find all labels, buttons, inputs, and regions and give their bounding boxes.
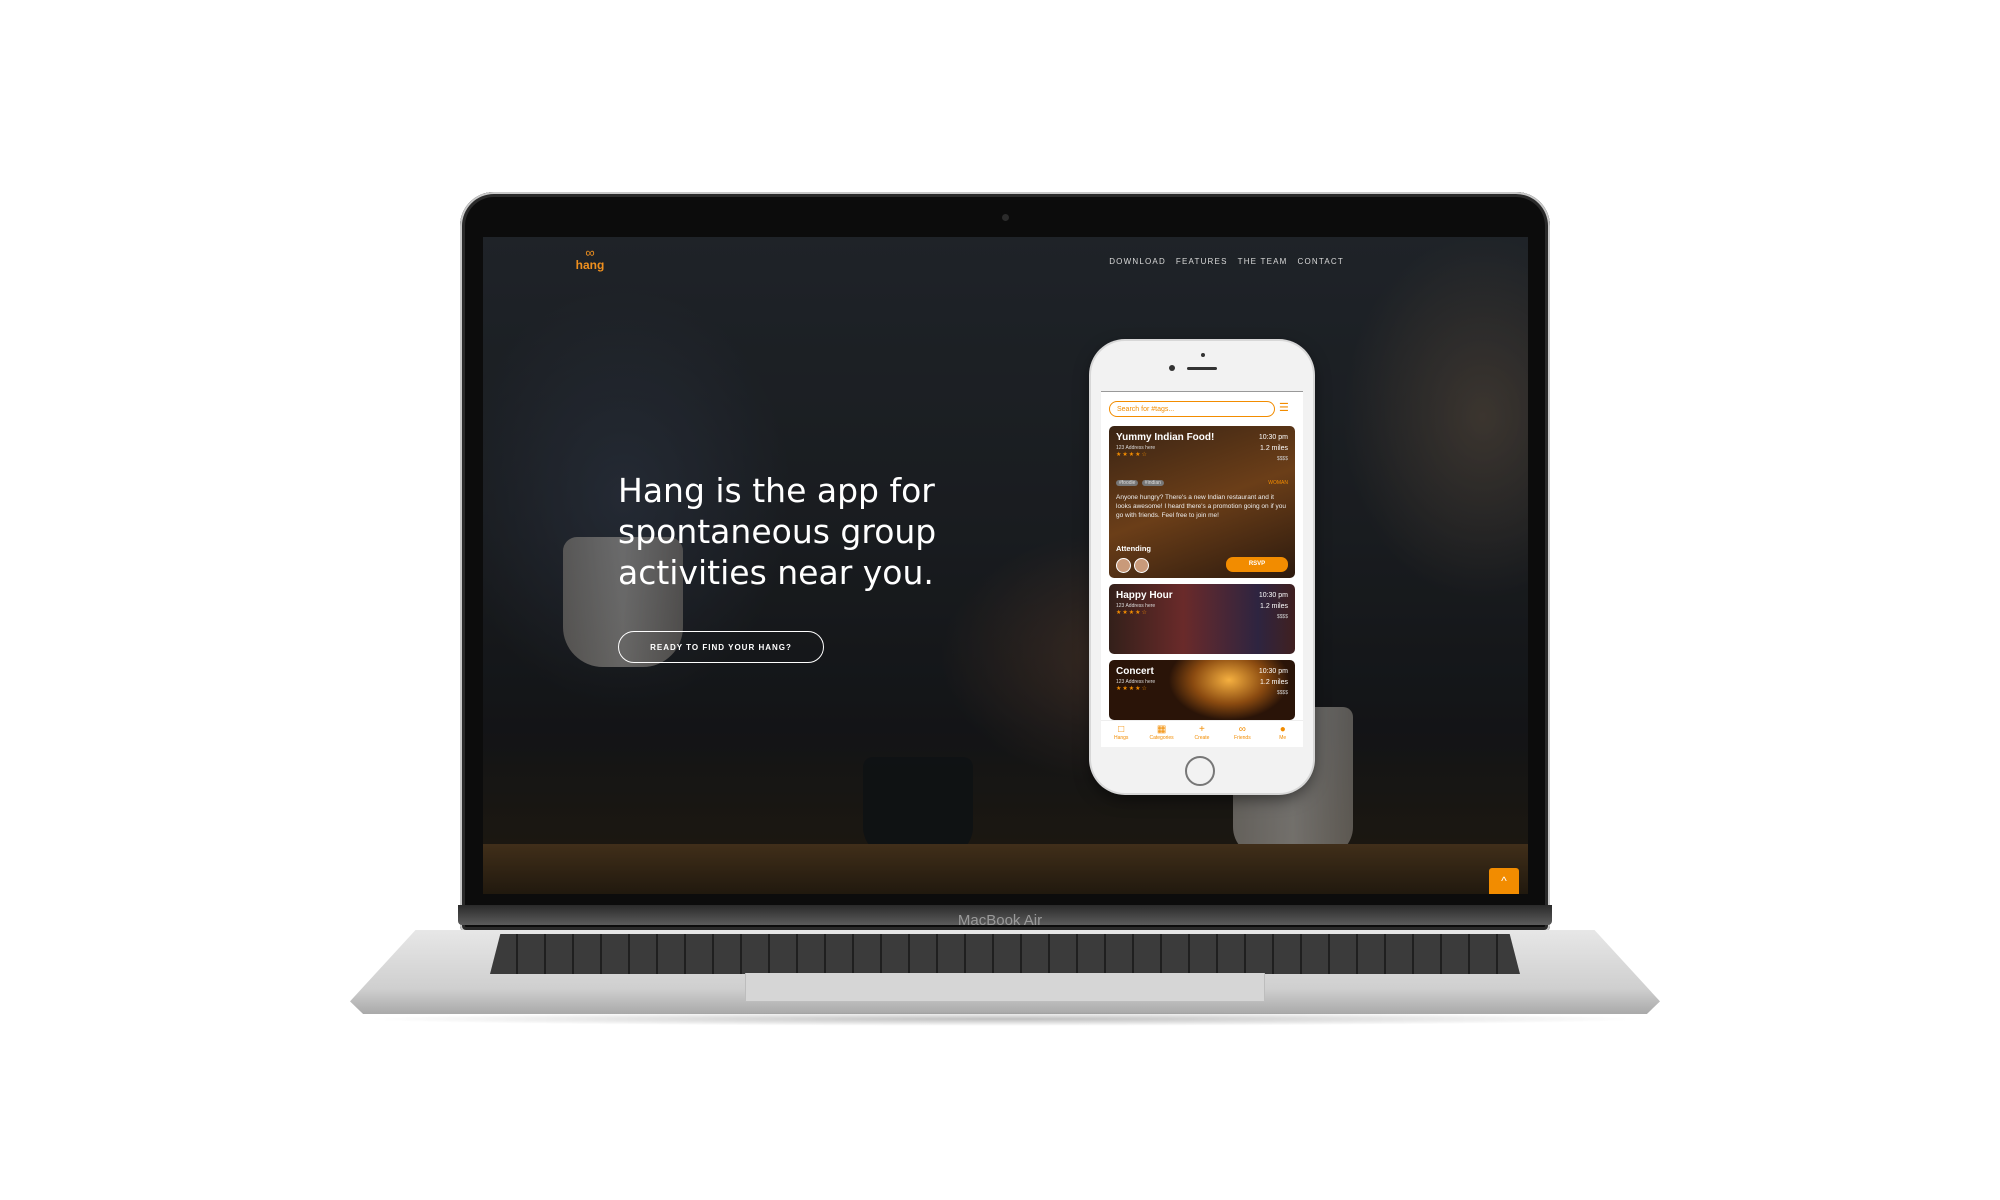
tab-label: Create (1194, 735, 1210, 741)
friends-icon: ∞ (1238, 724, 1246, 735)
event-distance: 1.2 miles (1259, 445, 1288, 452)
event-rating: ★★★★☆ (1116, 452, 1148, 458)
site-logo[interactable]: ∞ hang (575, 246, 605, 272)
event-price: $$$$ (1276, 690, 1288, 696)
search-input[interactable]: Search for #tags... (1109, 401, 1275, 417)
app-tab-bar: □ Hangs ▦ Categories + Create ∞ Friends ● Me (1101, 720, 1303, 747)
event-title: Concert (1116, 666, 1154, 677)
event-title: Happy Hour (1116, 590, 1173, 601)
filter-icon[interactable]: ☰ (1279, 402, 1295, 416)
tab-label: Friends (1234, 735, 1251, 741)
plus-icon: + (1199, 724, 1205, 735)
event-time: 10:30 pm (1258, 592, 1288, 599)
avatar[interactable] (1134, 558, 1149, 573)
event-price: $$$$ (1276, 614, 1288, 620)
laptop-keyboard (490, 934, 1520, 974)
tab-label: Categories (1149, 735, 1174, 741)
hero-title: Hang is the app for spontaneous group ac… (618, 471, 937, 592)
event-host: WOMAN (1268, 480, 1288, 486)
event-rating: ★★★★☆ (1116, 610, 1148, 616)
phone-camera (1169, 365, 1175, 371)
tab-label: Hangs (1113, 735, 1129, 741)
calendar-icon: □ (1118, 724, 1125, 735)
nav-the-team[interactable]: THE TEAM (1238, 257, 1288, 266)
event-meta: 10:30 pm 1.2 miles $$$$ (1259, 666, 1288, 699)
avatar[interactable] (1116, 558, 1131, 573)
phone-sensor (1201, 353, 1205, 357)
laptop-trackpad (745, 973, 1265, 1002)
phone-home-button (1185, 756, 1215, 786)
event-distance: 1.2 miles (1259, 679, 1288, 686)
nav-download[interactable]: DOWNLOAD (1109, 257, 1166, 266)
find-hang-button[interactable]: READY TO FIND YOUR HANG? (618, 631, 824, 663)
event-meta: 10:30 pm 1.2 miles $$$$ (1259, 590, 1288, 623)
phone-mockup: Search for #tags... ☰ Yummy Indian Food!… (1091, 341, 1313, 793)
event-card[interactable]: Concert 123 Address here ★★★★☆ 10:30 pm … (1109, 660, 1295, 720)
attendee-avatars (1116, 558, 1149, 573)
tab-me[interactable]: ● Me (1264, 721, 1302, 747)
phone-speaker (1187, 367, 1217, 370)
tag[interactable]: #indian (1141, 480, 1164, 486)
nav-contact[interactable]: CONTACT (1298, 257, 1344, 266)
event-rating: ★★★★☆ (1116, 686, 1148, 692)
main-nav: DOWNLOAD FEATURES THE TEAM CONTACT (1109, 257, 1344, 266)
laptop-screen: ∞ hang DOWNLOAD FEATURES THE TEAM CONTAC… (483, 237, 1528, 894)
webcam (1002, 214, 1009, 221)
device-label: MacBook Air (957, 912, 1043, 929)
tag[interactable]: #foodie (1116, 480, 1139, 486)
tab-friends[interactable]: ∞ Friends (1223, 721, 1261, 747)
tab-label: Me (1279, 735, 1287, 741)
event-tags: #foodie #indian (1116, 480, 1166, 486)
attending-label: Attending (1116, 544, 1151, 553)
event-title: Yummy Indian Food! (1116, 432, 1215, 443)
avatar-icon: ● (1279, 724, 1286, 735)
event-time: 10:30 pm (1258, 434, 1288, 441)
laptop-shadow (360, 1012, 1650, 1026)
event-price: $$$$ (1276, 456, 1288, 462)
tab-hangs[interactable]: □ Hangs (1102, 721, 1140, 747)
logo-text: hang (575, 258, 605, 272)
scroll-to-top-button[interactable]: ^ (1489, 868, 1519, 894)
event-card[interactable]: Happy Hour 123 Address here ★★★★☆ 10:30 … (1109, 584, 1295, 654)
nav-features[interactable]: FEATURES (1176, 257, 1228, 266)
grid-icon: ▦ (1156, 724, 1167, 735)
rsvp-button[interactable]: RSVP (1226, 557, 1288, 572)
event-distance: 1.2 miles (1259, 603, 1288, 610)
tab-categories[interactable]: ▦ Categories (1143, 721, 1181, 747)
tab-create[interactable]: + Create (1183, 721, 1221, 747)
event-meta: 10:30 pm 1.2 miles $$$$ (1259, 432, 1288, 465)
phone-screen: Search for #tags... ☰ Yummy Indian Food!… (1101, 391, 1303, 747)
event-description: Anyone hungry? There's a new Indian rest… (1116, 494, 1286, 519)
event-card[interactable]: Yummy Indian Food! 123 Address here ★★★★… (1109, 426, 1295, 578)
event-time: 10:30 pm (1258, 668, 1288, 675)
